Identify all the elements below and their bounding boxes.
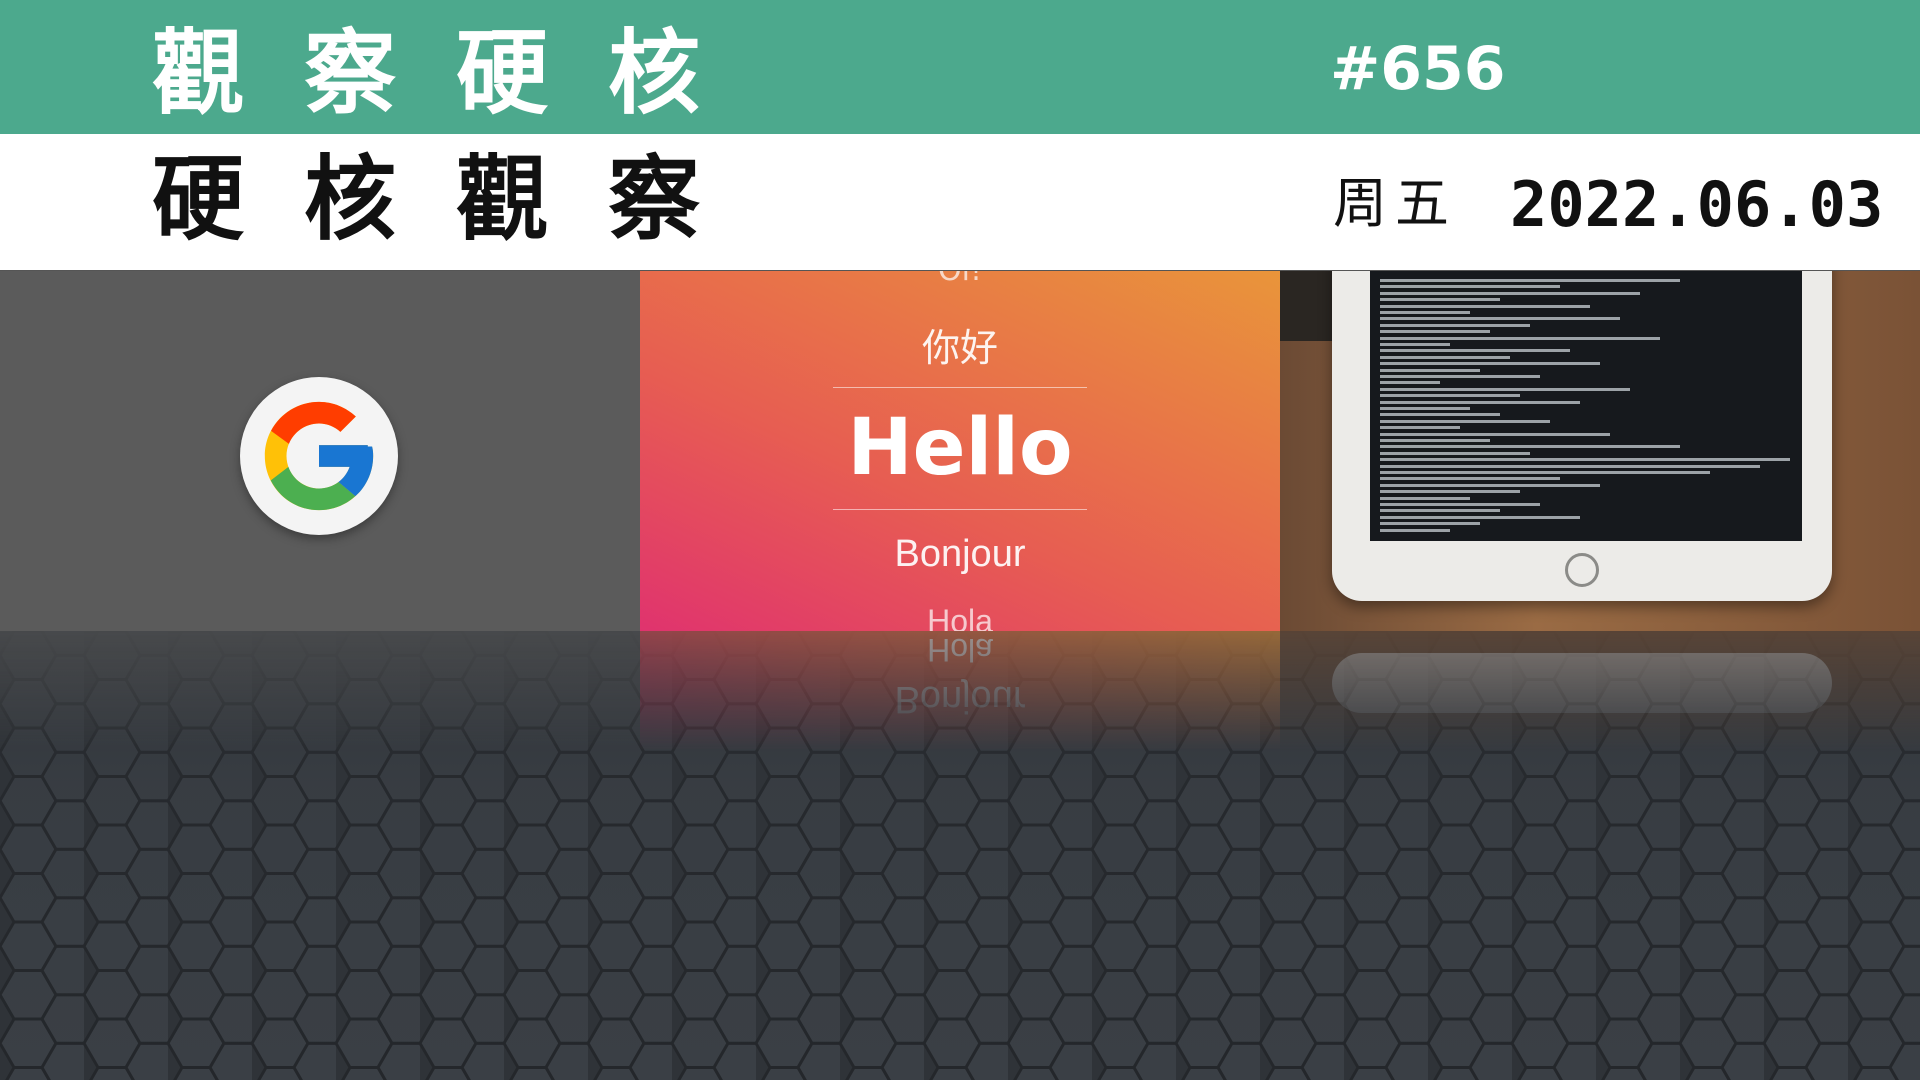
terminal-text-line xyxy=(1380,413,1500,417)
terminal-text-line xyxy=(1380,349,1570,353)
terminal-text-line xyxy=(1380,330,1490,334)
terminal-text-line xyxy=(1380,355,1510,359)
terminal-text-line xyxy=(1380,285,1560,289)
terminal-text-line xyxy=(1380,323,1530,327)
terminal-text-line xyxy=(1380,368,1480,372)
title-bottom: 硬核觀察 xyxy=(152,145,761,253)
terminal-text-line xyxy=(1380,426,1460,430)
terminal-text-line xyxy=(1380,458,1790,462)
terminal-text-line xyxy=(1380,362,1600,366)
greeting-oi: Oi! xyxy=(640,271,1280,288)
terminal-text-line xyxy=(1380,490,1520,494)
terminal-text-line xyxy=(1380,509,1500,513)
greeting-divider-top xyxy=(833,387,1087,388)
terminal-text-line xyxy=(1380,304,1590,308)
greeting-nihao: 你好 xyxy=(921,326,998,370)
image-panels: Oi! 你好 Hello Bonjour Hola xyxy=(0,270,1920,631)
terminal-text-line xyxy=(1380,381,1440,385)
terminal-text-line xyxy=(1380,375,1540,378)
terminal-text-line xyxy=(1380,439,1490,442)
terminal-text-line xyxy=(1380,496,1470,500)
terminal-text-line xyxy=(1380,522,1480,526)
terminal-text-line xyxy=(1380,407,1470,410)
greeting-bonjour: Bonjour xyxy=(894,533,1026,575)
tablet-device xyxy=(1332,271,1832,601)
terminal-text-line xyxy=(1380,528,1450,532)
terminal-text-line xyxy=(1380,311,1470,314)
header-bottom-band: 硬核觀察 周五 2022.06.03 xyxy=(0,134,1920,270)
terminal-text-line xyxy=(1380,471,1710,474)
terminal-text-line xyxy=(1380,343,1450,346)
terminal-text-line xyxy=(1380,400,1580,404)
terminal-text-line xyxy=(1380,298,1500,302)
terminal-text-line xyxy=(1380,336,1660,340)
terminal-text-line xyxy=(1380,445,1680,449)
terminal-text-line xyxy=(1380,477,1560,481)
terminal-text-line xyxy=(1380,419,1550,423)
google-panel xyxy=(0,271,640,631)
google-g-logo-icon xyxy=(240,377,398,535)
reflection-tablet xyxy=(1332,653,1832,713)
greeting-divider-bottom xyxy=(833,509,1087,510)
header-top-band: 觀察硬核 #656 xyxy=(0,0,1920,134)
issue-number: #656 xyxy=(1330,34,1506,104)
greeting-hello: Hello xyxy=(847,403,1073,493)
greeting-hola: Hola xyxy=(927,603,993,631)
terminal-text-line xyxy=(1380,291,1640,295)
desk-object xyxy=(1280,271,1340,341)
reflection-bonjour: Bonjour xyxy=(894,678,1026,720)
reflection-hola: Hola xyxy=(927,632,993,668)
terminal-text-line xyxy=(1380,387,1630,391)
terminal-screen xyxy=(1370,271,1802,541)
tablet-panel xyxy=(1280,271,1920,631)
terminal-text-line xyxy=(1380,515,1580,519)
terminal-text-line xyxy=(1380,451,1530,455)
title-top: 觀察硬核 xyxy=(152,19,761,127)
terminal-text-line xyxy=(1380,483,1600,487)
date-label: 2022.06.03 xyxy=(1510,168,1884,241)
terminal-text-line xyxy=(1380,464,1760,468)
panels-reflection: Hola Bonjour xyxy=(0,631,1920,751)
terminal-text-line xyxy=(1380,432,1610,436)
terminal-text-line xyxy=(1380,279,1680,282)
reflection-google-panel xyxy=(0,631,640,751)
weekday-label: 周五 xyxy=(1333,172,1457,235)
terminal-text-line xyxy=(1380,394,1520,398)
terminal-text-line xyxy=(1380,317,1620,321)
greeting-panel: Oi! 你好 Hello Bonjour Hola xyxy=(640,271,1280,631)
home-button-icon xyxy=(1565,553,1599,587)
terminal-text-line xyxy=(1380,503,1540,506)
